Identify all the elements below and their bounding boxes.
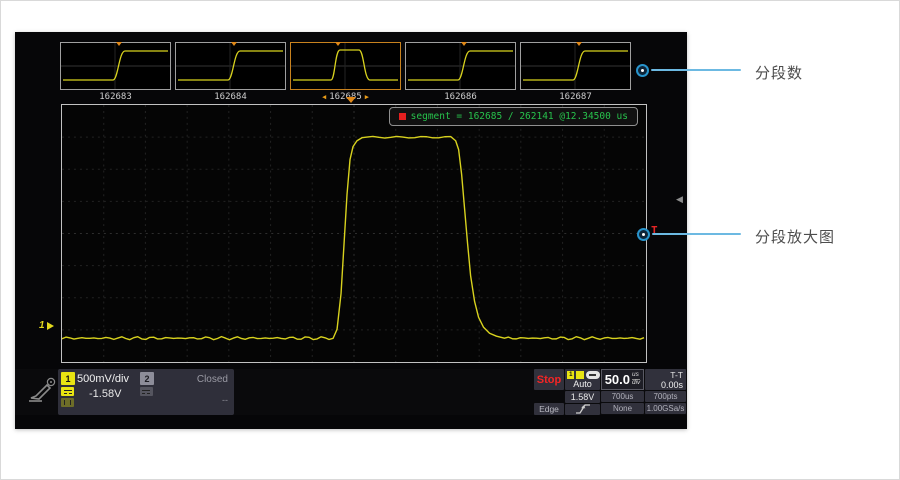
interpolation: None <box>601 403 644 414</box>
status-bar: 1 500mV/div -1.58V 2 Closed -- <box>15 369 687 415</box>
timebase-scale: 50.0 <box>605 372 630 387</box>
channel1-level-marker[interactable]: 1 <box>39 320 54 331</box>
trigger-mode: Auto <box>565 379 600 391</box>
touch-gesture-icon[interactable] <box>27 376 57 404</box>
timebase-column: 50.0 usdiv 700us None <box>601 369 644 415</box>
segment-info-readout: segment = 162685 / 262141 @12.34500 us <box>389 107 638 126</box>
trigger-level[interactable]: 1.58V <box>565 391 600 403</box>
trigger-tick-icon <box>335 42 341 46</box>
rising-edge-icon <box>575 404 591 414</box>
segment-number: 162687 <box>520 92 631 102</box>
trigger-source-badge2 <box>576 371 583 379</box>
acquisition-column: Stop Edge <box>534 369 564 415</box>
record-square-icon <box>399 113 406 120</box>
trigger-time-marker[interactable]: T <box>651 224 658 237</box>
callout-line <box>651 69 741 71</box>
channel1-trace <box>62 105 646 362</box>
segment-thumbnail[interactable] <box>175 42 286 90</box>
oscilloscope-screen: 162683 162684 ◀162685▶ 162686 162687 <box>15 32 687 429</box>
channel1-badge[interactable]: 1 <box>61 372 75 385</box>
trigger-tick-icon <box>116 42 122 46</box>
trigger-tick-icon <box>231 42 237 46</box>
record-points: 700pts <box>645 391 686 402</box>
timebase-units: usdiv <box>632 372 640 387</box>
callout-dot-segments <box>636 64 649 77</box>
channel1-offset[interactable]: -1.58V <box>77 388 129 400</box>
trigger-column: 1 Auto 1.58V <box>565 369 600 415</box>
segment-thumbnail[interactable] <box>405 42 516 90</box>
display-mode: T-T <box>670 370 683 380</box>
channel2-badge[interactable]: 2 <box>140 372 154 385</box>
trigger-coupling-icon <box>586 371 600 379</box>
channel1-coupling-icon <box>61 387 74 396</box>
callout-dot-zoom <box>637 228 650 241</box>
segment-thumbnail-selected[interactable] <box>290 42 401 90</box>
horizontal-delay-box[interactable]: T-T 0.00s <box>645 369 686 390</box>
trigger-mode-box[interactable]: 1 Auto <box>565 369 600 390</box>
segment-info-text: segment = 162685 / 262141 @12.34500 us <box>411 111 628 122</box>
acquisition-state[interactable]: Stop <box>534 369 564 390</box>
waveform-display[interactable]: segment = 162685 / 262141 @12.34500 us <box>61 104 647 363</box>
trigger-slope-box[interactable] <box>565 404 600 416</box>
trigger-tick-icon <box>576 42 582 46</box>
channel-status-block: 1 500mV/div -1.58V 2 Closed -- <box>58 369 234 415</box>
trigger-type[interactable]: Edge <box>534 403 564 415</box>
segment-number: 162686 <box>405 92 516 102</box>
segment-number: 162683 <box>60 92 171 102</box>
trigger-tick-icon <box>461 42 467 46</box>
callout-label-zoom: 分段放大图 <box>755 226 835 247</box>
segment-thumbnail[interactable] <box>520 42 631 90</box>
channel1-probe-icon <box>61 398 74 407</box>
segment-number: 162684 <box>175 92 286 102</box>
segment-thumbnail[interactable] <box>60 42 171 90</box>
next-segment-arrow[interactable]: ▶ <box>362 93 372 101</box>
menu-collapse-icon[interactable]: ◀ <box>676 194 683 205</box>
screenshot-frame: 162683 162684 ◀162685▶ 162686 162687 <box>0 0 900 480</box>
callout-line <box>652 233 741 235</box>
callout-label-segments: 分段数 <box>755 62 803 83</box>
timebase-scale-box[interactable]: 50.0 usdiv <box>601 369 644 390</box>
trigger-position-marker-icon[interactable] <box>346 97 356 103</box>
channel2-state[interactable]: Closed <box>197 374 228 385</box>
channel1-scale[interactable]: 500mV/div <box>77 373 129 385</box>
time-window: 700us <box>601 391 644 402</box>
prev-segment-arrow[interactable]: ◀ <box>319 93 329 101</box>
channel2-offset: -- <box>222 395 228 405</box>
level-arrow-icon <box>47 322 54 330</box>
trigger-source-badge: 1 <box>567 371 574 379</box>
horizontal-column: T-T 0.00s 700pts 1.00GSa/s <box>645 369 686 415</box>
channel2-coupling-icon <box>140 387 153 396</box>
sample-rate: 1.00GSa/s <box>645 403 686 414</box>
horizontal-delay: 0.00s <box>661 380 683 390</box>
